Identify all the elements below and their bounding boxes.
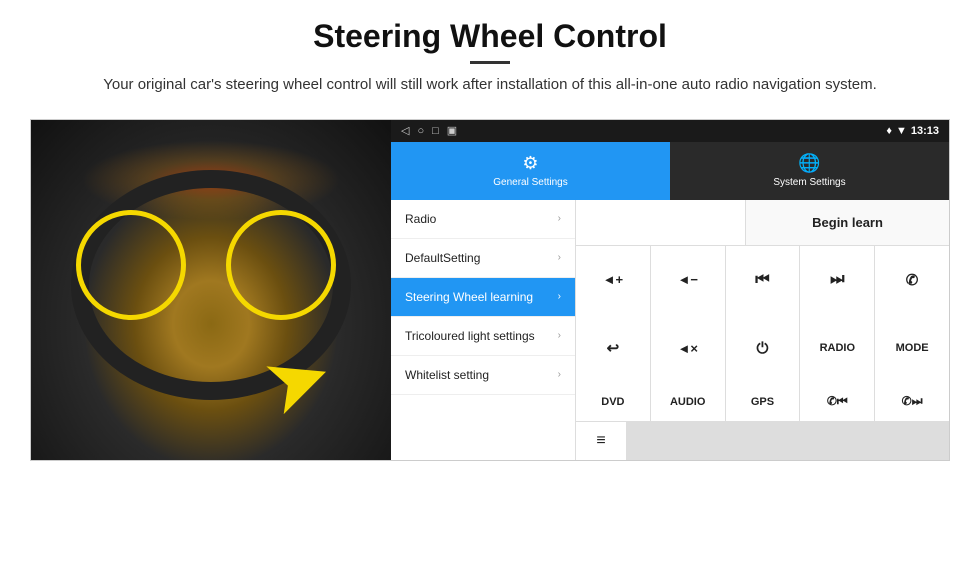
gps-button[interactable]: GPS: [726, 383, 800, 421]
tab-general-settings[interactable]: ⚙ General Settings: [391, 142, 670, 200]
highlight-circle-right: [226, 210, 336, 320]
audio-button[interactable]: AUDIO: [651, 383, 725, 421]
vol-down-button[interactable]: ◄−: [651, 246, 725, 315]
mute-button[interactable]: ◄×: [651, 314, 725, 383]
signal-icon: ♦: [886, 125, 892, 137]
general-settings-icon: ⚙: [522, 153, 538, 174]
radio-chevron: ›: [558, 213, 561, 224]
control-grid-row3: DVD AUDIO GPS ✆⏮ ✆⏭: [576, 383, 949, 421]
menu-item-radio[interactable]: Radio ›: [391, 200, 575, 239]
prev-track-icon: ⏮: [755, 271, 769, 289]
dvd-button[interactable]: DVD: [576, 383, 650, 421]
whitelist-icon-button[interactable]: ≡: [576, 422, 626, 460]
mute-icon: ◄×: [677, 341, 697, 356]
menu-item-tricoloured[interactable]: Tricoloured light settings ›: [391, 317, 575, 356]
hang-up-button[interactable]: ↩: [576, 314, 650, 383]
status-bar-right: ♦ ▼ 13:13: [886, 125, 939, 137]
phone-icon: ✆: [906, 271, 919, 289]
tab-bar: ⚙ General Settings 🌐 System Settings: [391, 142, 949, 200]
android-panel: ◁ ○ □ ▣ ♦ ▼ 13:13 ⚙ General Settings: [391, 120, 949, 460]
control-grid-row1: ◄+ ◄− ⏮ ⏭ ✆: [576, 246, 949, 315]
content-area: ➤ ◁ ○ □ ▣ ♦ ▼ 13:13 ⚙: [30, 119, 950, 461]
tab-system-settings[interactable]: 🌐 System Settings: [670, 142, 949, 200]
steering-chevron: ›: [558, 291, 561, 302]
subtitle: Your original car's steering wheel contr…: [103, 74, 877, 97]
whitelist-row: ≡: [576, 421, 949, 460]
page-container: Steering Wheel Control Your original car…: [0, 0, 980, 562]
hang-up-icon: ↩: [607, 339, 620, 357]
clock: 13:13: [911, 125, 939, 137]
whitelist-list-icon: ≡: [596, 432, 605, 450]
whitelist-label: Whitelist setting: [405, 368, 489, 382]
control-grid-row2: ↩ ◄× ⏻ RADIO MODE: [576, 314, 949, 383]
power-button[interactable]: ⏻: [726, 314, 800, 383]
tricoloured-chevron: ›: [558, 330, 561, 341]
tel-next-button[interactable]: ✆⏭: [875, 383, 949, 421]
audio-label: AUDIO: [670, 396, 705, 408]
menu-item-whitelist[interactable]: Whitelist setting ›: [391, 356, 575, 395]
vol-up-icon: ◄+: [603, 272, 623, 287]
highlight-circle-left: [76, 210, 186, 320]
vol-up-button[interactable]: ◄+: [576, 246, 650, 315]
phone-button[interactable]: ✆: [875, 246, 949, 315]
whitelist-chevron: ›: [558, 369, 561, 380]
steering-label: Steering Wheel learning: [405, 290, 533, 304]
radio-button[interactable]: RADIO: [800, 314, 874, 383]
tab-system-label: System Settings: [773, 177, 845, 188]
title-section: Steering Wheel Control Your original car…: [103, 18, 877, 111]
menu-nav-icon[interactable]: ▣: [447, 124, 457, 137]
page-title: Steering Wheel Control: [103, 18, 877, 55]
control-panel: Begin learn ◄+ ◄− ⏮: [576, 200, 949, 460]
begin-learn-row: Begin learn: [576, 200, 949, 246]
tel-prev-icon: ✆⏮: [827, 394, 848, 409]
power-icon: ⏻: [757, 340, 769, 357]
radio-label: Radio: [405, 212, 436, 226]
tel-prev-button[interactable]: ✆⏮: [800, 383, 874, 421]
tricoloured-label: Tricoloured light settings: [405, 329, 535, 343]
prev-track-button[interactable]: ⏮: [726, 246, 800, 315]
next-track-icon: ⏭: [830, 271, 844, 289]
menu-item-default-setting[interactable]: DefaultSetting ›: [391, 239, 575, 278]
blank-cell: [576, 200, 746, 245]
default-chevron: ›: [558, 252, 561, 263]
default-label: DefaultSetting: [405, 251, 480, 265]
status-bar: ◁ ○ □ ▣ ♦ ▼ 13:13: [391, 120, 949, 142]
recents-nav-icon[interactable]: □: [432, 125, 439, 137]
home-nav-icon[interactable]: ○: [417, 125, 424, 137]
title-divider: [470, 61, 510, 64]
dvd-label: DVD: [601, 396, 624, 408]
tel-next-icon: ✆⏭: [902, 394, 923, 409]
menu-item-steering-wheel[interactable]: Steering Wheel learning ›: [391, 278, 575, 317]
radio-label-btn: RADIO: [820, 342, 855, 354]
system-settings-icon: 🌐: [798, 153, 820, 174]
menu-list: Radio › DefaultSetting › Steering Wheel …: [391, 200, 576, 460]
tab-general-label: General Settings: [493, 177, 568, 188]
begin-learn-button[interactable]: Begin learn: [746, 200, 949, 245]
vol-down-icon: ◄−: [677, 272, 697, 287]
gps-label: GPS: [751, 396, 774, 408]
car-image-panel: ➤: [31, 120, 391, 460]
menu-area: Radio › DefaultSetting › Steering Wheel …: [391, 200, 949, 460]
back-nav-icon[interactable]: ◁: [401, 124, 409, 137]
next-track-button[interactable]: ⏭: [800, 246, 874, 315]
wifi-icon: ▼: [896, 125, 907, 137]
mode-button[interactable]: MODE: [875, 314, 949, 383]
status-bar-left: ◁ ○ □ ▣: [401, 124, 457, 137]
mode-label: MODE: [896, 342, 929, 354]
